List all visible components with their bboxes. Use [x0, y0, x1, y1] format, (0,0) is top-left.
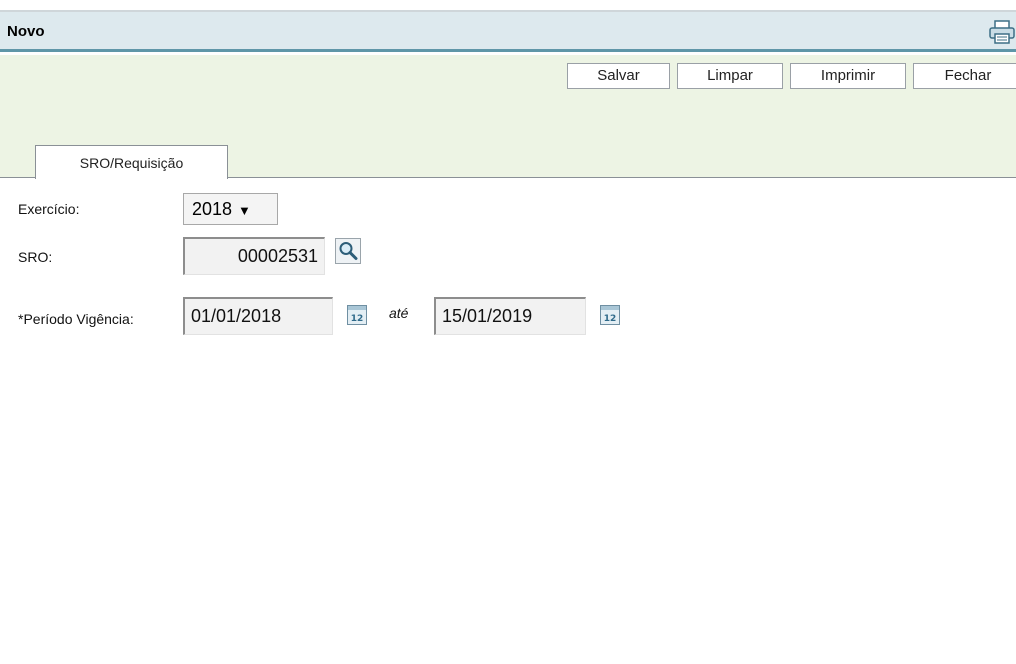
sro-input[interactable]: 00002531: [183, 237, 325, 275]
printer-icon[interactable]: [988, 20, 1016, 44]
periodo-start-input[interactable]: 01/01/2018: [183, 297, 333, 335]
tab-sro-requisicao[interactable]: SRO/Requisição: [35, 145, 228, 179]
close-button[interactable]: Fechar: [913, 63, 1016, 89]
exercicio-select[interactable]: 2018 ▼: [183, 193, 278, 225]
toolbar-area: Salvar Limpar Imprimir Fechar SRO/Requis…: [0, 55, 1016, 179]
sro-label: SRO:: [18, 249, 53, 265]
window-title: Novo: [7, 23, 45, 40]
exercicio-value: 2018: [192, 199, 233, 219]
periodo-end-input[interactable]: 15/01/2019: [434, 297, 586, 335]
exercicio-label: Exercício:: [18, 201, 80, 217]
window-title-bar: Novo: [0, 12, 1016, 52]
dropdown-arrow-icon: ▼: [238, 203, 251, 218]
clear-button[interactable]: Limpar: [677, 63, 783, 89]
active-tab-gap: [36, 177, 227, 178]
periodo-label: *Período Vigência:: [18, 311, 134, 327]
print-button[interactable]: Imprimir: [790, 63, 906, 89]
calendar-icon[interactable]: 12: [600, 305, 620, 325]
calendar-day-label: 12: [351, 314, 364, 324]
ate-separator: até: [389, 305, 409, 321]
calendar-icon[interactable]: 12: [347, 305, 367, 325]
calendar-day-label: 12: [604, 314, 617, 324]
search-icon[interactable]: [335, 238, 361, 264]
save-button[interactable]: Salvar: [567, 63, 670, 89]
